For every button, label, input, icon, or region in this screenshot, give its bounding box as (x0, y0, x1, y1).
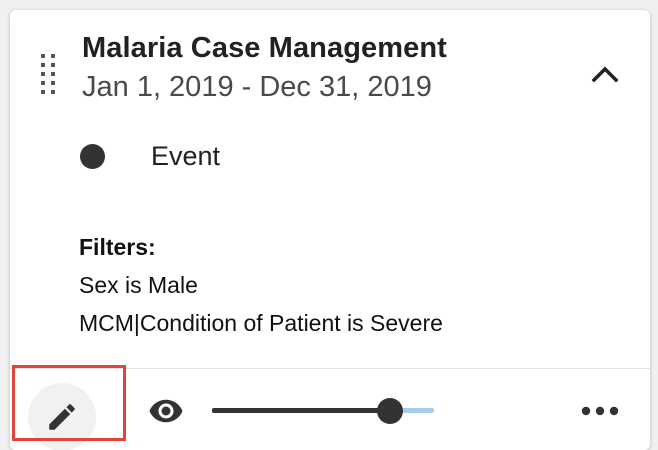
layer-title: Malaria Case Management (82, 32, 447, 64)
more-options-button[interactable] (578, 393, 622, 429)
legend-label: Event (151, 140, 221, 171)
drag-dots-icon (41, 54, 55, 94)
pencil-icon (49, 404, 75, 430)
slider-thumb[interactable] (376, 398, 403, 424)
collapse-button[interactable] (583, 56, 627, 92)
layer-toolbar (10, 365, 650, 450)
eye-icon (149, 399, 183, 423)
filters-section: Filters: Sex is Male MCM|Condition of Pa… (79, 228, 443, 342)
slider-fill (212, 408, 390, 413)
layer-card: Malaria Case Management Jan 1, 2019 - De… (10, 10, 650, 450)
legend-dot-icon (80, 143, 105, 169)
layer-period: Jan 1, 2019 - Dec 31, 2019 (82, 71, 432, 103)
edit-button[interactable] (28, 383, 96, 450)
filters-heading: Filters: (79, 234, 156, 260)
visibility-toggle-button[interactable] (138, 389, 194, 433)
filter-item: Sex is Male (79, 272, 198, 298)
filter-item: MCM|Condition of Patient is Severe (79, 310, 443, 336)
drag-handle-icon[interactable] (39, 52, 57, 102)
opacity-slider[interactable] (212, 398, 434, 424)
more-horizontal-icon (581, 406, 619, 416)
legend-item: Event (80, 138, 220, 174)
chevron-up-icon (591, 66, 619, 83)
